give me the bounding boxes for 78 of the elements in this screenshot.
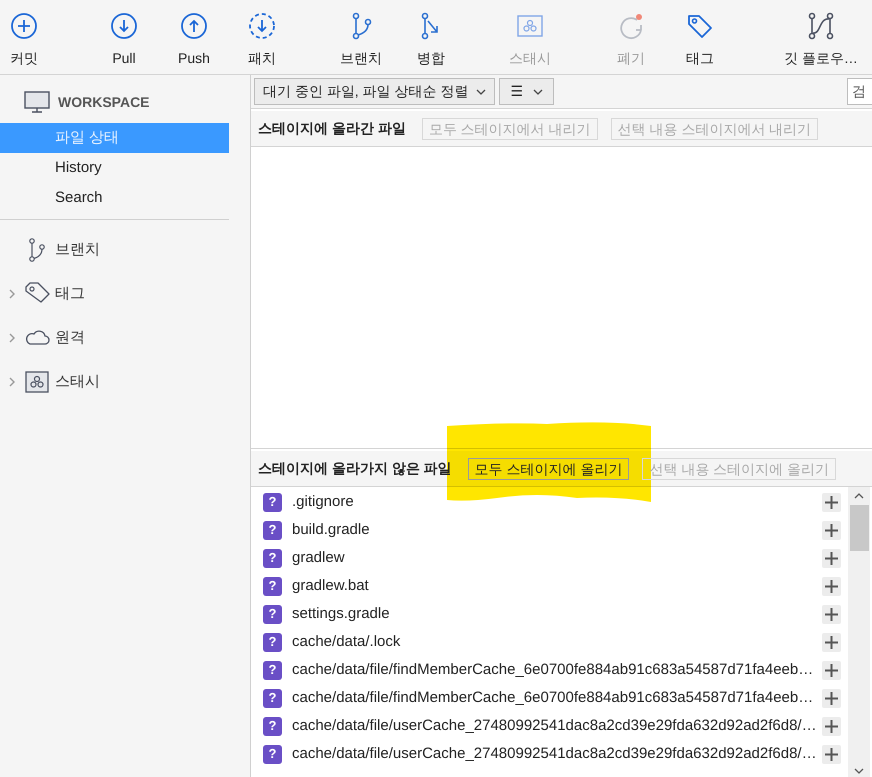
file-name[interactable]: cache/data/file/userCache_27480992541dac8a2cd39e29fda632d92ad2f6d8/…: [292, 714, 820, 738]
scroll-down-icon: [854, 768, 864, 774]
file-name[interactable]: .gitignore: [292, 490, 820, 514]
scrollbar-thumb[interactable]: [850, 505, 868, 551]
sidebar-section[interactable]: 스태시: [55, 370, 100, 394]
down-arrow-circle-icon: [110, 12, 138, 40]
down-arrow-dashed-circle-icon: [248, 12, 276, 40]
plus-icon: [825, 692, 838, 704]
monitor-icon: [24, 91, 50, 113]
section-title: 스테이지에 올라간 파일: [258, 119, 406, 138]
plus-circle-icon: [10, 12, 38, 40]
file-name[interactable]: settings.gradle: [292, 602, 820, 626]
toolbar-button[interactable]: 태그: [668, 12, 732, 67]
scrollbar[interactable]: [848, 487, 870, 777]
sidebar-section[interactable]: 원격: [55, 326, 85, 350]
sidebar-item[interactable]: Search: [0, 183, 229, 213]
stage-file-button[interactable]: [822, 716, 841, 736]
sidebar-section[interactable]: 브랜치: [55, 238, 100, 262]
search-field[interactable]: 검: [847, 78, 872, 105]
stage-file-button[interactable]: [822, 632, 841, 652]
stage-file-button[interactable]: [822, 548, 841, 568]
file-name[interactable]: cache/data/.lock: [292, 630, 820, 654]
toolbar-button[interactable]: 깃 플로우…: [779, 12, 863, 67]
caret-icon: [533, 88, 544, 94]
scroll-up-icon: [854, 493, 864, 499]
file-name[interactable]: gradlew: [292, 546, 820, 570]
chevron-right-icon: [8, 332, 16, 344]
toolbar-button[interactable]: 커밋: [0, 12, 48, 67]
plus-icon: [825, 580, 838, 592]
git-flow-icon: [807, 12, 835, 40]
section-title: WORKSPACE: [58, 92, 150, 112]
view-dropdown[interactable]: ☰: [499, 78, 554, 105]
status-badge: ?: [263, 548, 282, 568]
stage-file-button[interactable]: [822, 688, 841, 708]
toolbar-button[interactable]: 병합: [399, 12, 463, 67]
stage-file-button[interactable]: [822, 492, 841, 512]
plus-icon: [825, 552, 838, 564]
toolbar-button[interactable]: Push: [162, 12, 226, 67]
status-badge: ?: [263, 688, 282, 708]
stage-file-button[interactable]: [822, 576, 841, 596]
up-arrow-circle-icon: [180, 12, 208, 40]
sidebar-section[interactable]: 태그: [55, 282, 85, 306]
stage-file-button[interactable]: [822, 604, 841, 624]
sidebar-item[interactable]: History: [0, 153, 229, 183]
status-badge: ?: [263, 716, 282, 736]
plus-icon: [825, 496, 838, 508]
tag-icon: [686, 12, 714, 40]
toolbar-button[interactable]: Pull: [92, 12, 156, 67]
plus-icon: [825, 664, 838, 676]
status-badge: ?: [263, 520, 282, 540]
file-name[interactable]: cache/data/file/findMemberCache_6e0700fe884ab91c683a54587d71fa4eeb…: [292, 686, 820, 710]
plus-icon: [825, 748, 838, 760]
circular-arrow-icon: [617, 12, 645, 40]
plus-icon: [825, 608, 838, 620]
status-badge: ?: [263, 632, 282, 652]
plus-icon: [825, 636, 838, 648]
status-badge: ?: [263, 744, 282, 764]
chevron-right-icon: [8, 376, 16, 388]
status-badge: ?: [263, 576, 282, 596]
file-name[interactable]: build.gradle: [292, 518, 820, 542]
stage-button[interactable]: 모두 스테이지에 올리기: [468, 458, 630, 480]
chevron-right-icon: [8, 288, 16, 300]
status-badge: ?: [263, 660, 282, 680]
plus-icon: [825, 524, 838, 536]
stage-file-button[interactable]: [822, 744, 841, 764]
file-name[interactable]: cache/data/file/findMemberCache_6e0700fe884ab91c683a54587d71fa4eeb…: [292, 658, 820, 682]
toolbar-button[interactable]: 브랜치: [329, 12, 393, 67]
toolbar-button[interactable]: 패치: [230, 12, 294, 67]
stage-file-button[interactable]: [822, 520, 841, 540]
stash-box-icon: [24, 370, 50, 394]
file-name[interactable]: cache/data/file/userCache_27480992541dac8a2cd39e29fda632d92ad2f6d8/…: [292, 742, 820, 766]
status-badge: ?: [263, 604, 282, 624]
sort-dropdown[interactable]: 대기 중인 파일, 파일 상태순 정렬: [254, 78, 496, 105]
file-name[interactable]: gradlew.bat: [292, 574, 820, 598]
caret-icon: [476, 88, 486, 94]
status-badge: ?: [263, 492, 282, 512]
plus-icon: [825, 720, 838, 732]
stage-file-button[interactable]: [822, 660, 841, 680]
